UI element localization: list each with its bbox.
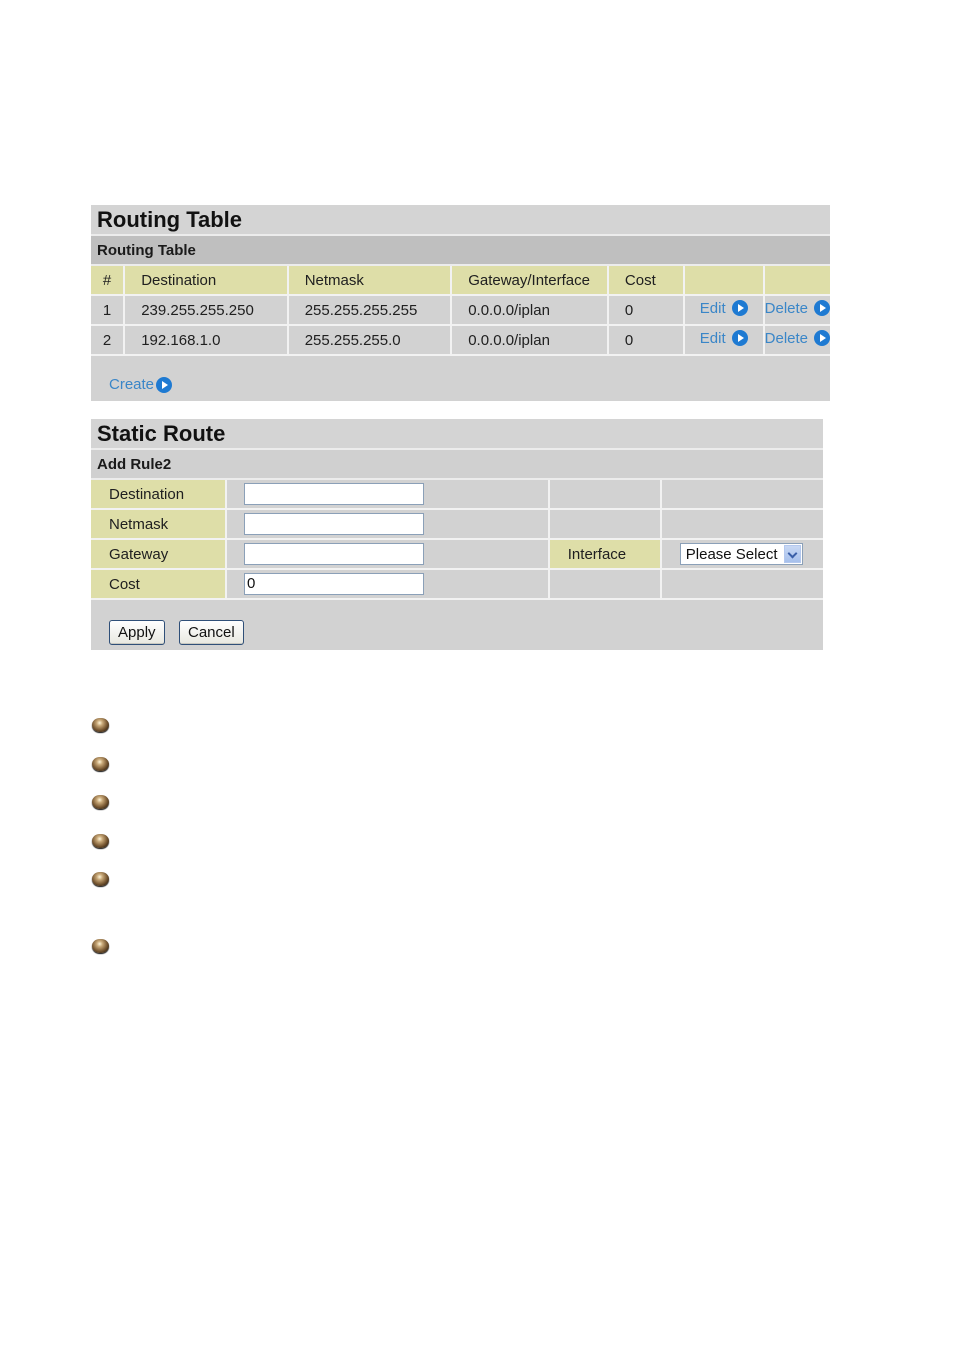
delete-link[interactable]: Delete — [765, 300, 830, 317]
form-row-netmask: Netmask — [91, 509, 823, 540]
routing-table-panel: Routing Table Routing Table # Destinatio… — [91, 205, 830, 401]
row-destination: 192.168.1.0 — [124, 325, 289, 356]
col-header-gateway-interface: Gateway/Interface — [451, 266, 609, 296]
routing-table: # Destination Netmask Gateway/Interface … — [91, 266, 830, 356]
row-gateway: 0.0.0.0/iplan — [451, 325, 609, 356]
arrow-right-circle-icon[interactable] — [814, 330, 830, 346]
row-edit-cell: Edit — [683, 325, 765, 356]
create-link[interactable]: Create — [109, 376, 173, 393]
empty-cell — [548, 509, 662, 540]
cost-label: Cost — [91, 569, 227, 600]
empty-cell — [660, 569, 823, 600]
row-cost: 0 — [607, 325, 685, 356]
cost-input[interactable] — [244, 573, 424, 595]
form-button-row: Apply Cancel — [91, 600, 823, 649]
delete-label: Delete — [764, 299, 808, 317]
static-route-subtitle: Add Rule2 — [91, 450, 823, 480]
cost-input-cell — [226, 569, 550, 600]
arrow-right-circle-icon[interactable] — [731, 330, 748, 346]
routing-table-header-row: # Destination Netmask Gateway/Interface … — [91, 266, 830, 296]
bronze-sphere-bullet-icon — [92, 834, 109, 848]
form-row-destination: Destination — [91, 480, 823, 510]
delete-label: Delete — [764, 329, 808, 347]
static-route-form: Destination Netmask Gateway Interface Pl… — [91, 480, 823, 600]
arrow-right-circle-icon[interactable] — [731, 300, 748, 316]
netmask-label: Netmask — [91, 509, 227, 540]
row-cost: 0 — [607, 295, 685, 326]
row-edit-cell: Edit — [683, 295, 765, 326]
col-header-cost: Cost — [607, 266, 685, 296]
interface-label: Interface — [548, 539, 662, 570]
col-header-delete — [763, 266, 830, 296]
bronze-sphere-bullet-icon — [92, 939, 109, 953]
bronze-sphere-bullet-icon — [92, 872, 109, 886]
bronze-sphere-bullet-icon — [92, 718, 109, 732]
static-route-title: Static Route — [91, 419, 823, 450]
destination-input[interactable] — [244, 483, 424, 505]
col-header-edit — [683, 266, 765, 296]
table-row: 1 239.255.255.250 255.255.255.255 0.0.0.… — [91, 295, 830, 326]
destination-input-cell — [226, 480, 550, 510]
routing-table-title: Routing Table — [91, 205, 830, 236]
apply-button[interactable]: Apply — [109, 620, 165, 645]
gateway-input[interactable] — [244, 543, 424, 565]
empty-cell — [660, 509, 823, 540]
edit-label: Edit — [699, 299, 726, 317]
static-route-panel: Static Route Add Rule2 Destination Netma… — [91, 419, 823, 650]
row-destination: 239.255.255.250 — [124, 295, 289, 326]
form-row-cost: Cost — [91, 569, 823, 600]
interface-select-cell: Please Select — [660, 539, 823, 570]
col-header-number: # — [91, 266, 126, 296]
delete-link[interactable]: Delete — [765, 330, 830, 347]
table-row: 2 192.168.1.0 255.255.255.0 0.0.0.0/ipla… — [91, 325, 830, 356]
row-number: 2 — [91, 325, 126, 356]
arrow-right-circle-icon[interactable] — [814, 300, 830, 316]
netmask-input[interactable] — [244, 513, 424, 535]
create-label: Create — [109, 376, 155, 393]
gateway-input-cell — [226, 539, 550, 570]
empty-cell — [660, 480, 823, 510]
empty-cell — [548, 569, 662, 600]
edit-link[interactable]: Edit — [700, 300, 748, 317]
form-row-gateway: Gateway Interface Please Select — [91, 539, 823, 570]
row-number: 1 — [91, 295, 126, 326]
bronze-sphere-bullet-icon — [92, 795, 109, 809]
row-netmask: 255.255.255.255 — [287, 295, 453, 326]
cancel-button[interactable]: Cancel — [179, 620, 244, 645]
empty-cell — [548, 480, 662, 510]
row-delete-cell: Delete — [763, 325, 830, 356]
bronze-sphere-bullet-icon — [92, 757, 109, 771]
interface-select[interactable]: Please Select — [679, 543, 803, 565]
chevron-down-icon[interactable] — [783, 545, 801, 563]
edit-link[interactable]: Edit — [700, 330, 748, 347]
routing-table-subtitle: Routing Table — [91, 236, 830, 266]
row-netmask: 255.255.255.0 — [287, 325, 453, 356]
gateway-label: Gateway — [91, 539, 227, 570]
netmask-input-cell — [226, 509, 550, 540]
destination-label: Destination — [91, 480, 227, 510]
edit-label: Edit — [699, 329, 726, 347]
arrow-right-circle-icon[interactable] — [156, 376, 173, 393]
create-row: Create — [91, 356, 830, 400]
interface-selected-value: Please Select — [685, 545, 778, 563]
row-delete-cell: Delete — [763, 295, 830, 326]
col-header-netmask: Netmask — [287, 266, 453, 296]
row-gateway: 0.0.0.0/iplan — [451, 295, 609, 326]
col-header-destination: Destination — [124, 266, 289, 296]
